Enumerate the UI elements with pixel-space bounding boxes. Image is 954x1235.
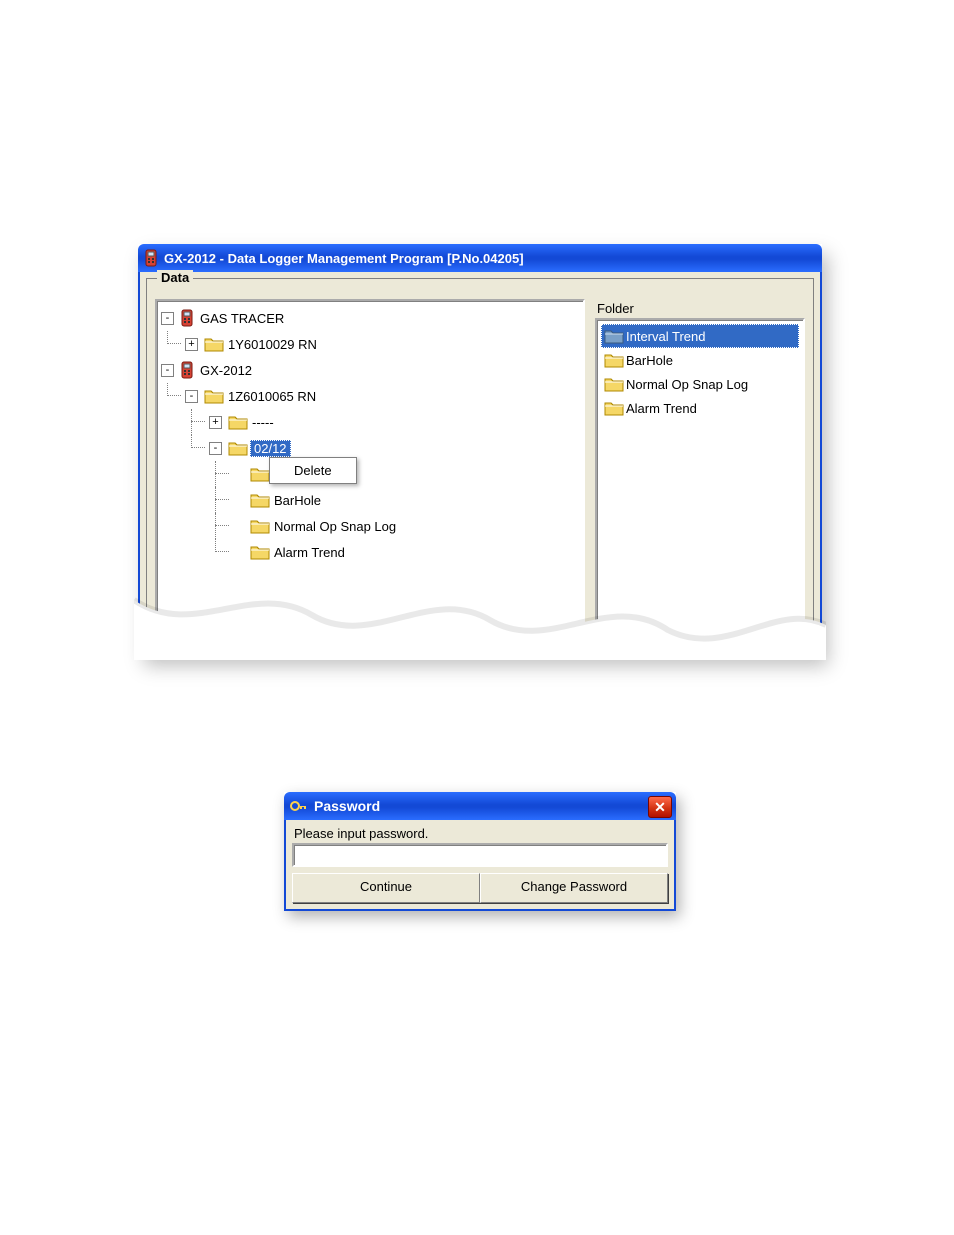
tree-node-barhole[interactable]: BarHole [233,487,579,513]
expander-icon[interactable]: - [161,364,174,377]
data-tree[interactable]: - GAS TRACER + 1Y6010029 RN [161,305,579,565]
tree-label-selected: 02/12 [250,440,291,457]
folder-item-normal-op[interactable]: Normal Op Snap Log [601,372,799,396]
expander-blank [233,469,244,480]
tree-label: Alarm Trend [272,545,347,560]
window-client: Data - GAS TRACER [138,272,822,656]
expander-icon[interactable]: + [185,338,198,351]
folder-side-panel: Folder Interval Trend BarHole Normal Op … [595,299,805,639]
folder-item-label: BarHole [626,353,673,368]
app-icon [144,249,158,267]
groupbox-legend: Data [157,270,193,285]
expander-icon[interactable]: - [161,312,174,325]
folder-item-alarm-trend[interactable]: Alarm Trend [601,396,799,420]
tree-panel[interactable]: - GAS TRACER + 1Y6010029 RN [155,299,585,639]
folder-icon [604,376,624,392]
folder-side-list[interactable]: Interval Trend BarHole Normal Op Snap Lo… [595,318,805,639]
password-title: Password [314,798,380,814]
tree-node-dashes[interactable]: + ----- [209,409,579,435]
password-dialog: Password ✕ Please input password. Contin… [284,792,676,911]
window-title: GX-2012 - Data Logger Management Program… [164,251,524,266]
data-logger-window: GX-2012 - Data Logger Management Program… [138,244,822,656]
tree-node-alarm-trend[interactable]: Alarm Trend [233,539,579,565]
password-prompt: Please input password. [294,826,668,841]
expander-blank [233,547,244,558]
tree-node-serial2[interactable]: - 1Z6010065 RN [185,383,579,409]
tree-node-selected-date[interactable]: - 02/12 [209,435,579,461]
folder-icon [204,388,224,404]
folder-icon [250,518,270,534]
expander-icon[interactable]: - [209,442,222,455]
folder-side-header: Folder [595,299,805,318]
key-icon [290,799,308,813]
password-client: Please input password. Continue Change P… [284,820,676,911]
tree-node-gx2012[interactable]: - GX-2012 [161,357,579,383]
device-icon [180,309,194,327]
tree-label: 1Y6010029 RN [226,337,319,352]
folder-icon [250,466,270,482]
close-button[interactable]: ✕ [648,796,672,818]
folder-item-label: Normal Op Snap Log [626,377,748,392]
tree-node-normal-op[interactable]: Normal Op Snap Log [233,513,579,539]
tree-node-serial1[interactable]: + 1Y6010029 RN [185,331,579,357]
folder-item-barhole[interactable]: BarHole [601,348,799,372]
folder-item-label: Alarm Trend [626,401,697,416]
folder-icon [604,328,624,344]
continue-button[interactable]: Continue [292,873,480,903]
folder-icon [604,352,624,368]
device-icon [180,361,194,379]
expander-blank [233,495,244,506]
tree-node-gas-tracer[interactable]: - GAS TRACER [161,305,579,331]
folder-icon [250,492,270,508]
folder-icon [204,336,224,352]
context-menu-delete[interactable]: Delete [272,460,354,481]
context-menu[interactable]: Delete [269,457,357,484]
folder-item-label: Interval Trend [626,329,706,344]
folder-item-interval-trend[interactable]: Interval Trend [601,324,799,348]
folder-icon [228,414,248,430]
tree-label: Normal Op Snap Log [272,519,398,534]
tree-label: GX-2012 [198,363,254,378]
change-password-button[interactable]: Change Password [480,873,668,903]
window-titlebar[interactable]: GX-2012 - Data Logger Management Program… [138,244,822,272]
expander-icon[interactable]: - [185,390,198,403]
expander-blank [233,521,244,532]
close-icon: ✕ [654,799,666,816]
password-input[interactable] [292,843,668,867]
tree-label: ----- [250,415,276,430]
data-groupbox: Data - GAS TRACER [146,278,814,648]
folder-icon [250,544,270,560]
folder-icon [228,440,248,456]
expander-icon[interactable]: + [209,416,222,429]
password-titlebar[interactable]: Password ✕ [284,792,676,820]
tree-label: GAS TRACER [198,311,286,326]
folder-icon [604,400,624,416]
tree-label: BarHole [272,493,323,508]
tree-label: 1Z6010065 RN [226,389,318,404]
